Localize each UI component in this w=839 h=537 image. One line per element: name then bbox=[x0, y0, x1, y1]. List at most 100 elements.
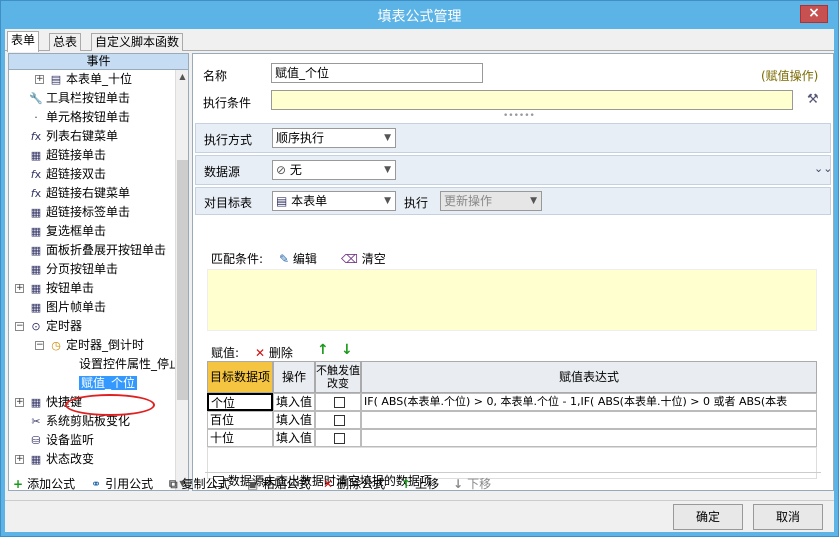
expand-toggle[interactable]: + bbox=[15, 398, 24, 407]
match-condition-area[interactable] bbox=[207, 269, 817, 331]
tree-item-checkbox-click[interactable]: ▦ 复选框单击 bbox=[29, 222, 106, 241]
no-trigger-checkbox[interactable] bbox=[333, 397, 345, 408]
tree-item-list-context[interactable]: fx 列表右键菜单 bbox=[29, 127, 118, 146]
cell-no-trigger[interactable] bbox=[315, 393, 361, 411]
move-row-up-button[interactable]: ↑ bbox=[317, 342, 329, 358]
formula-builder-icon[interactable]: ⚒ bbox=[807, 92, 819, 107]
collapse-toggle[interactable]: − bbox=[15, 322, 24, 331]
tree-item-device-listen[interactable]: ⛁ 设备监听 bbox=[29, 431, 94, 450]
execute-value: 更新操作 bbox=[444, 194, 493, 208]
condition-input[interactable] bbox=[271, 90, 793, 110]
target-value: 本表单 bbox=[291, 194, 328, 208]
timer-icon: ⊙ bbox=[31, 320, 41, 333]
cell-operation[interactable]: 填入值 bbox=[273, 393, 315, 411]
grid-icon: ▦ bbox=[30, 396, 42, 409]
splitter-grip[interactable]: •••••• bbox=[503, 111, 535, 121]
cell-target[interactable]: 百位 bbox=[207, 411, 273, 429]
copy-formula-button[interactable]: ⧉ 复制公式 bbox=[169, 474, 230, 494]
tree-item-label: 状态改变 bbox=[46, 452, 95, 466]
execute-select: 更新操作 ▼ bbox=[440, 191, 542, 211]
tab-custom-script[interactable]: 自定义脚本函数 bbox=[91, 33, 184, 51]
cell-target[interactable]: 个位 bbox=[207, 393, 273, 411]
cell-no-trigger[interactable] bbox=[315, 429, 361, 447]
add-formula-button[interactable]: + 添加公式 bbox=[13, 474, 75, 494]
paste-formula-button[interactable]: ▣ 粘贴公式 bbox=[247, 474, 310, 494]
column-header-no-trigger[interactable]: 不触发值改变 bbox=[315, 361, 361, 393]
close-button[interactable]: × bbox=[800, 5, 828, 23]
execute-label: 执行 bbox=[404, 196, 429, 210]
cell-operation[interactable]: 填入值 bbox=[273, 411, 315, 429]
target-select[interactable]: ▤ 本表单 ▼ bbox=[272, 191, 396, 211]
column-header-target[interactable]: 目标数据项 bbox=[207, 361, 273, 393]
tab-summary[interactable]: 总表 bbox=[49, 33, 82, 51]
grid-icon: ▦ bbox=[30, 149, 42, 162]
tree-item-timer[interactable]: ⊙ 定时器 bbox=[29, 317, 82, 336]
column-header-expression[interactable]: 赋值表达式 bbox=[361, 361, 817, 393]
cell-expression[interactable] bbox=[361, 429, 817, 447]
title-bar[interactable]: 填表公式管理 × bbox=[1, 1, 838, 29]
device-icon: ⛁ bbox=[31, 434, 41, 447]
cancel-button[interactable]: 取消 bbox=[753, 504, 823, 530]
tree-item-self-tens[interactable]: ▤ 本表单_十位 bbox=[49, 70, 132, 89]
move-row-down-button[interactable]: ↓ bbox=[341, 342, 353, 358]
no-trigger-checkbox[interactable] bbox=[333, 433, 345, 444]
scroll-thumb[interactable] bbox=[177, 160, 188, 400]
tree-item-image-frame[interactable]: ▦ 图片帧单击 bbox=[29, 298, 106, 317]
clock-icon: ◷ bbox=[51, 339, 61, 352]
cell-no-trigger[interactable] bbox=[315, 411, 361, 429]
cell-expression[interactable]: IF( ABS(本表单.个位) > 0, 本表单.个位 - 1,IF( ABS(… bbox=[361, 393, 817, 411]
name-label: 名称 bbox=[203, 69, 228, 83]
highlight-ring bbox=[65, 394, 155, 416]
assign-label: 赋值: bbox=[211, 346, 240, 360]
expand-section-icon[interactable]: ⌄⌄ bbox=[814, 162, 832, 175]
exec-mode-label: 执行方式 bbox=[204, 133, 253, 147]
grid-icon: ▦ bbox=[30, 225, 42, 238]
tree-item-link-tag-click[interactable]: ▦ 超链接标签单击 bbox=[29, 203, 130, 222]
tree-item-label: 超链接单击 bbox=[46, 148, 107, 162]
tree-item-label: 超链接双击 bbox=[46, 167, 107, 181]
match-edit-label: 编辑 bbox=[292, 252, 317, 266]
delete-formula-button[interactable]: ✕ 删除公式 bbox=[323, 474, 385, 494]
no-trigger-checkbox[interactable] bbox=[333, 415, 345, 426]
expand-toggle[interactable]: + bbox=[15, 284, 24, 293]
tree-item-toolbar-click[interactable]: 🔧 工具栏按钮单击 bbox=[29, 89, 130, 108]
exec-mode-select[interactable]: 顺序执行 ▼ bbox=[272, 128, 396, 148]
collapse-toggle[interactable]: − bbox=[35, 341, 44, 350]
match-clear-button[interactable]: ⌫ 清空 bbox=[341, 250, 386, 267]
column-header-operation[interactable]: 操作 bbox=[273, 361, 315, 393]
tree-item-page-button[interactable]: ▦ 分页按钮单击 bbox=[29, 260, 118, 279]
tree-item-cell-button[interactable]: · 单元格按钮单击 bbox=[29, 108, 130, 127]
tree-item-panel-collapse[interactable]: ▦ 面板折叠展开按钮单击 bbox=[29, 241, 166, 260]
no-source-icon: ⊘ bbox=[276, 163, 290, 177]
fx-icon: fx bbox=[30, 168, 42, 181]
tree-item-link-dblclick[interactable]: fx 超链接双击 bbox=[29, 165, 106, 184]
delete-formula-label: 删除公式 bbox=[337, 477, 386, 491]
name-input[interactable]: 赋值_个位 bbox=[271, 63, 483, 83]
expand-toggle[interactable]: + bbox=[35, 75, 44, 84]
match-clear-label: 清空 bbox=[361, 252, 386, 266]
expand-toggle[interactable]: + bbox=[15, 455, 24, 464]
cell-target[interactable]: 十位 bbox=[207, 429, 273, 447]
match-edit-button[interactable]: ✎ 编辑 bbox=[279, 250, 317, 267]
ref-formula-label: 引用公式 bbox=[105, 477, 154, 491]
datasource-select[interactable]: ⊘ 无 ▼ bbox=[272, 160, 396, 180]
dialog-window: 填表公式管理 × 表单 总表 自定义脚本函数 事件 + ▤ 本表单_十位 🔧 工具栏… bbox=[0, 0, 839, 537]
tree-item-link-context[interactable]: fx 超链接右键菜单 bbox=[29, 184, 130, 203]
tree-item-timer-countdown[interactable]: ◷ 定时器_倒计时 bbox=[49, 336, 144, 355]
tab-form[interactable]: 表单 bbox=[7, 31, 40, 52]
assign-delete-button[interactable]: ✕ 删除 bbox=[255, 344, 293, 361]
tree-item-assign-ones[interactable]: 赋值_个位 bbox=[79, 374, 138, 393]
tree-item-set-property-stop[interactable]: 设置控件属性_停止 bbox=[79, 355, 177, 374]
cell-operation[interactable]: 填入值 bbox=[273, 429, 315, 447]
tree-item-link-click[interactable]: ▦ 超链接单击 bbox=[29, 146, 106, 165]
tree-item-button-click[interactable]: ▦ 按钮单击 bbox=[29, 279, 94, 298]
scroll-up-icon[interactable]: ▲ bbox=[176, 70, 188, 84]
move-up-button[interactable]: ↑ 上移 bbox=[401, 474, 439, 494]
ok-button[interactable]: 确定 bbox=[673, 504, 743, 530]
chevron-down-icon: ▼ bbox=[530, 196, 537, 206]
tree-scrollbar[interactable]: ▲ ▼ bbox=[175, 70, 188, 490]
tree-item-state-change[interactable]: ▦ 状态改变 bbox=[29, 450, 94, 469]
cell-expression[interactable] bbox=[361, 411, 817, 429]
ref-formula-button[interactable]: ⚭ 引用公式 bbox=[91, 474, 153, 494]
grid-icon: ▦ bbox=[30, 263, 42, 276]
